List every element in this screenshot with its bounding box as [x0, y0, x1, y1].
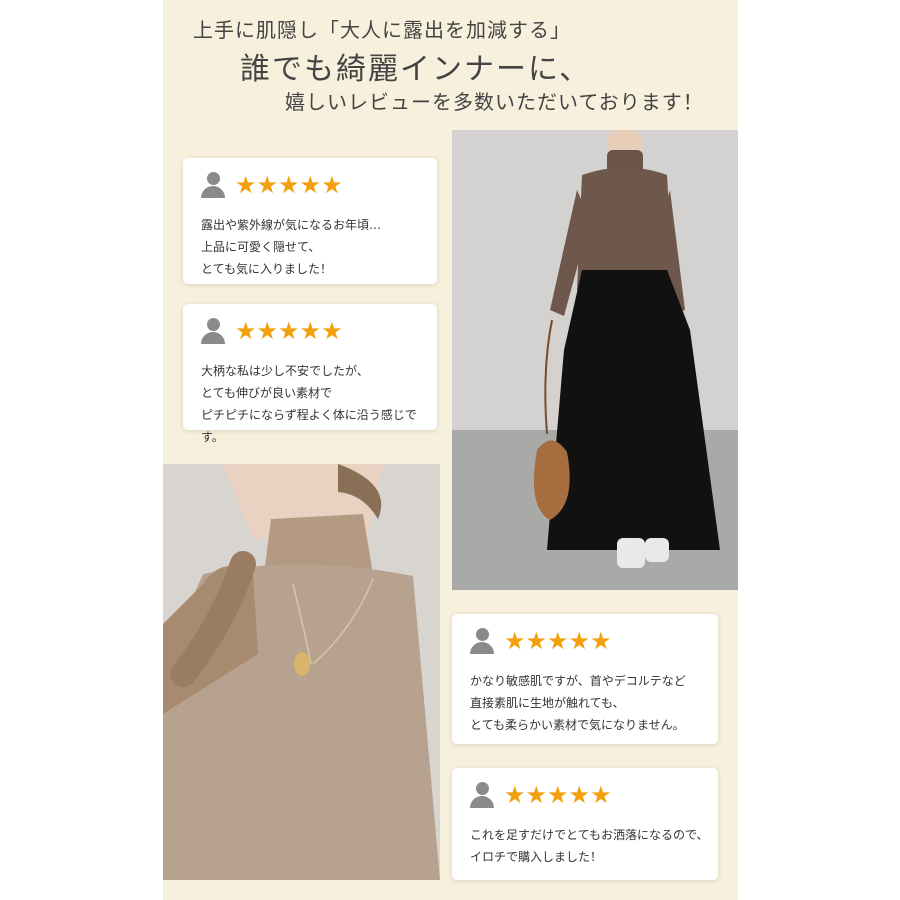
star-rating: ★★★★★: [235, 171, 343, 199]
review-card: ★★★★★ 露出や紫外線が気になるお年頃… 上品に可愛く隠せて、 とても気に入り…: [183, 158, 437, 284]
user-icon: [468, 627, 496, 655]
review-card: ★★★★★ かなり敏感肌ですが、首やデコルテなど 直接素肌に生地が触れても、 と…: [452, 614, 718, 744]
headline-line-2: 誰でも綺麗インナーに、: [240, 52, 592, 87]
review-text: 大柄な私は少し不安でしたが、 とても伸びが良い素材で ピチピチにならず程よく体に…: [201, 364, 417, 444]
user-icon: [468, 781, 496, 809]
review-header: ★★★★★: [468, 781, 612, 809]
review-header: ★★★★★: [199, 171, 343, 199]
star-rating: ★★★★★: [504, 627, 612, 655]
star-rating: ★★★★★: [504, 781, 612, 809]
headline-line-3: 嬉しいレビューを多数いただいております！: [285, 90, 704, 114]
review-card: ★★★★★ 大柄な私は少し不安でしたが、 とても伸びが良い素材で ピチピチになら…: [183, 304, 437, 444]
model-full-length-illustration: [452, 130, 738, 590]
review-header: ★★★★★: [468, 627, 612, 655]
headline-line-1: 上手に肌隠し「大人に露出を加減する」: [193, 18, 571, 42]
review-card: ★★★★★ これを足すだけでとてもお洒落になるので、 イロチで購入しました！: [452, 768, 718, 880]
review-text: これを足すだけでとてもお洒落になるので、 イロチで購入しました！: [470, 828, 709, 864]
model-closeup-photo: [163, 464, 440, 880]
review-header: ★★★★★: [199, 317, 343, 345]
model-full-length-photo: [452, 130, 738, 590]
review-text: 露出や紫外線が気になるお年頃… 上品に可愛く隠せて、 とても気に入りました！: [201, 218, 382, 276]
review-text: かなり敏感肌ですが、首やデコルテなど 直接素肌に生地が触れても、 とても柔らかい…: [470, 674, 686, 732]
user-icon: [199, 317, 227, 345]
model-closeup-illustration: [163, 464, 440, 880]
star-rating: ★★★★★: [235, 317, 343, 345]
user-icon: [199, 171, 227, 199]
